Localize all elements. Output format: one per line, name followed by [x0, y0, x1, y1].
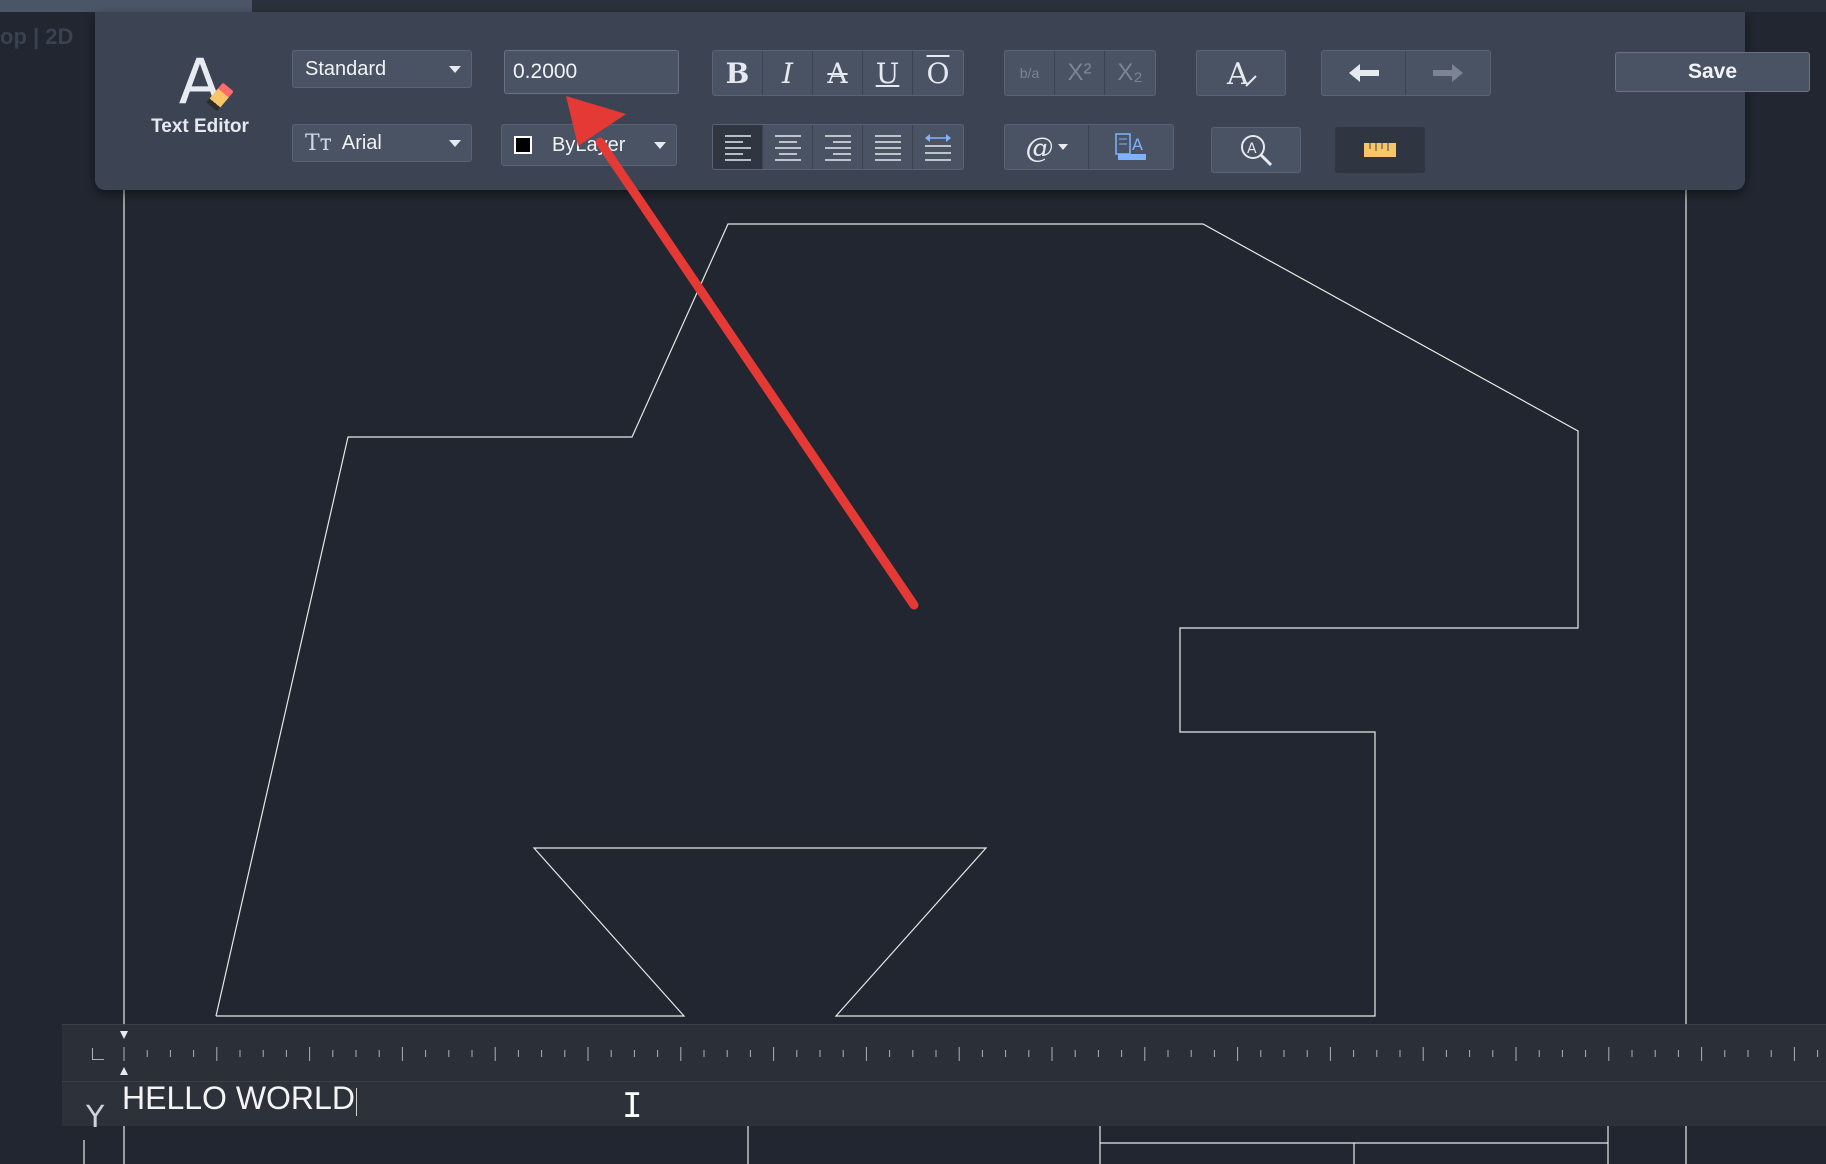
chevron-down-icon [449, 66, 461, 73]
alignment-button-group [712, 124, 964, 170]
color-value: ByLayer [552, 133, 626, 156]
subscript-button[interactable]: X₂ [1105, 51, 1155, 95]
insert-button-group: @ A [1004, 124, 1174, 170]
align-justify-button[interactable] [863, 125, 913, 169]
text-caret [356, 1088, 357, 1116]
align-left-icon [724, 135, 751, 161]
text-editor-logo-icon: A [125, 50, 275, 114]
text-height-value: 0.2000 [513, 60, 578, 83]
save-button[interactable]: Save [1615, 52, 1810, 92]
chevron-down-icon [1057, 144, 1068, 150]
chevron-down-icon [654, 142, 666, 149]
svg-text:A: A [1132, 135, 1143, 154]
ruler-icon [1364, 143, 1396, 157]
font-dropdown[interactable]: Tт Arial [292, 124, 472, 162]
clear-format-button[interactable]: A [1196, 50, 1286, 96]
at-symbol-icon: @ [1025, 130, 1054, 164]
stack-fraction-button[interactable]: b/a [1005, 51, 1055, 95]
text-editor-title: Text Editor [151, 116, 249, 137]
script-button-group: b/a X² X₂ [1004, 50, 1156, 96]
distribute-icon [925, 134, 951, 161]
svg-text:A: A [1247, 141, 1257, 157]
ruler-ticks [120, 1031, 1819, 1075]
mtext-content[interactable]: HELLO WORLD [122, 1080, 355, 1117]
ibeam-cursor-icon: I [622, 1086, 643, 1126]
format-button-group: B I A U O [712, 50, 964, 96]
overline-button[interactable]: O [913, 51, 963, 95]
superscript-button[interactable]: X² [1055, 51, 1105, 95]
ruler-toggle-button[interactable] [1335, 127, 1425, 173]
align-right-icon [824, 135, 851, 161]
find-replace-icon: A [1241, 135, 1273, 167]
redo-button[interactable] [1406, 51, 1490, 95]
undo-button[interactable] [1322, 51, 1406, 95]
clear-format-icon: A [1226, 57, 1257, 90]
text-editor-brand: A Text Editor [125, 50, 275, 138]
text-ruler[interactable]: ∟ [62, 1024, 1826, 1082]
text-height-input[interactable]: 0.2000 [504, 50, 679, 94]
font-value: Arial [341, 131, 382, 154]
redo-icon [1433, 64, 1463, 82]
align-right-button[interactable] [813, 125, 863, 169]
align-justify-icon [874, 135, 901, 161]
color-dropdown[interactable]: ByLayer [501, 124, 677, 166]
ucs-y-axis-icon: Y [86, 1100, 105, 1135]
undo-icon [1348, 64, 1379, 82]
drawing-outline [215, 223, 1579, 1017]
bold-button[interactable]: B [713, 51, 763, 95]
indent-marker-icon [120, 1067, 128, 1075]
indent-marker-icon [120, 1031, 128, 1039]
italic-button[interactable]: I [763, 51, 813, 95]
text-editor-ribbon: A Text Editor Standard 0.2000 B I A U O … [95, 12, 1810, 190]
chevron-down-icon [449, 140, 461, 147]
find-replace-button[interactable]: A [1211, 127, 1301, 173]
align-center-icon [774, 135, 801, 161]
columns-button[interactable]: A [1089, 125, 1173, 169]
columns-icon: A [1115, 133, 1146, 160]
text-style-value: Standard [305, 57, 387, 80]
tt-font-icon: Tт [305, 130, 332, 156]
distribute-button[interactable] [913, 125, 963, 169]
underline-button[interactable]: U [863, 51, 913, 95]
align-left-button[interactable] [713, 125, 763, 169]
strikethrough-button[interactable]: A [813, 51, 863, 95]
align-center-button[interactable] [763, 125, 813, 169]
color-swatch-icon [514, 136, 532, 154]
history-button-group [1321, 50, 1491, 96]
symbol-button[interactable]: @ [1005, 125, 1089, 169]
text-style-dropdown[interactable]: Standard [292, 50, 472, 88]
